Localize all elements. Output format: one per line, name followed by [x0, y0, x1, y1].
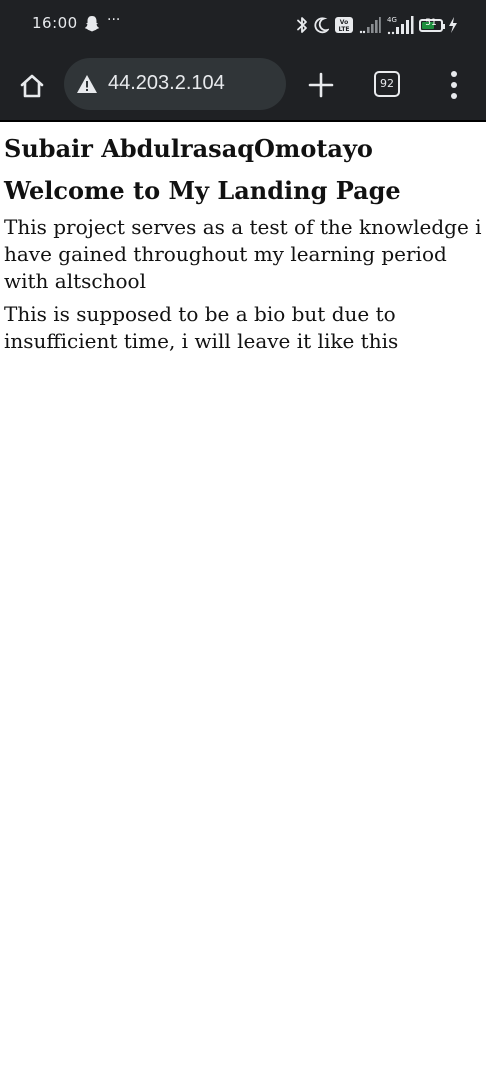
bluetooth-icon: [297, 17, 307, 33]
home-icon[interactable]: [18, 72, 46, 100]
bio-paragraph: This is supposed to be a bio but due to …: [4, 302, 399, 353]
intro-paragraph: This project serves as a test of the kno…: [4, 215, 482, 293]
signal-4g-icon: 4G: [387, 16, 414, 35]
new-tab-plus-icon[interactable]: [306, 70, 336, 100]
volte-icon: Vo LTE: [335, 17, 353, 33]
battery-icon: 51: [419, 17, 445, 32]
address-bar[interactable]: 44.203.2.104: [64, 58, 286, 110]
url-text[interactable]: 44.203.2.104: [108, 72, 225, 95]
more-notifications-icon: ···: [107, 12, 121, 28]
tab-switcher-button[interactable]: 92: [374, 71, 400, 97]
author-name-heading: Subair AbdulrasaqOmotayo: [4, 134, 373, 163]
status-bar: 16:00 ··· Vo LTE 4G 51: [0, 0, 486, 48]
svg-text:Vo: Vo: [340, 19, 348, 26]
svg-text:4G: 4G: [387, 16, 397, 24]
charging-icon: [449, 17, 457, 33]
svg-text:LTE: LTE: [338, 26, 349, 33]
snapchat-ghost-icon: [84, 16, 100, 32]
more-menu-icon[interactable]: [444, 68, 464, 102]
not-secure-warning-icon[interactable]: [76, 73, 98, 95]
battery-level: 51: [425, 17, 437, 28]
moon-icon: [314, 17, 329, 34]
browser-toolbar: 44.203.2.104 92: [0, 48, 486, 122]
signal-icon: [359, 17, 381, 34]
welcome-heading: Welcome to My Landing Page: [4, 176, 401, 205]
status-time: 16:00: [32, 14, 78, 32]
page-content: Subair AbdulrasaqOmotayo Welcome to My L…: [4, 124, 482, 355]
status-icons: Vo LTE 4G 51: [296, 14, 458, 36]
